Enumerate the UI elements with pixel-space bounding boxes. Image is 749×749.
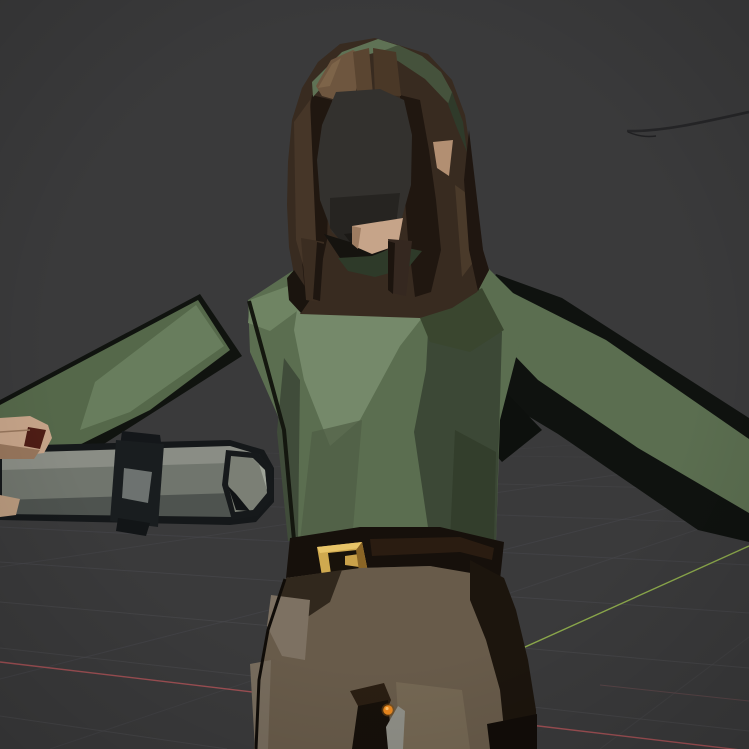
3d-viewport[interactable] <box>0 0 749 749</box>
viewport-canvas <box>0 0 749 749</box>
vignette-overlay <box>0 0 749 749</box>
